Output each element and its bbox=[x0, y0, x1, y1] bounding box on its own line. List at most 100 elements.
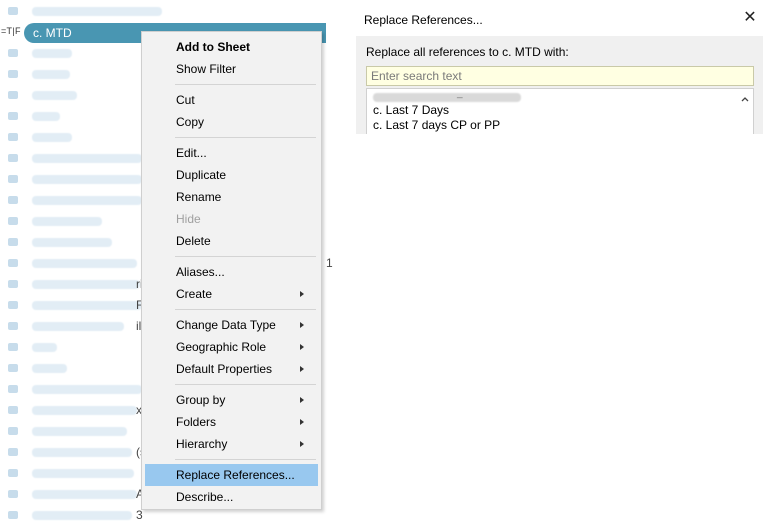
submenu-arrow-icon bbox=[300, 322, 304, 328]
menu-item-label: Default Properties bbox=[176, 362, 273, 376]
field-type-icon bbox=[8, 49, 18, 57]
blurred-field-name bbox=[32, 217, 102, 226]
menu-item-label: Duplicate bbox=[176, 168, 227, 182]
menu-item-aliases[interactable]: Aliases... bbox=[145, 261, 318, 283]
menu-item-duplicate[interactable]: Duplicate bbox=[145, 164, 318, 186]
menu-item-create[interactable]: Create bbox=[145, 283, 318, 305]
blurred-field-name bbox=[32, 238, 112, 247]
menu-item-label: Folders bbox=[176, 415, 217, 429]
list-item-blurred[interactable] bbox=[373, 93, 521, 102]
menu-item-label: Cut bbox=[176, 93, 195, 107]
menu-item-delete[interactable]: Delete bbox=[145, 230, 318, 252]
field-name-fragment: 3 bbox=[136, 508, 143, 522]
menu-item-copy[interactable]: Copy bbox=[145, 111, 318, 133]
blurred-field-name bbox=[32, 133, 72, 142]
blurred-field-name bbox=[32, 322, 124, 331]
blurred-field-name bbox=[32, 469, 134, 478]
field-type-icon bbox=[8, 238, 18, 246]
menu-item-change-data-type[interactable]: Change Data Type bbox=[145, 314, 318, 336]
menu-separator bbox=[175, 137, 316, 138]
menu-item-replace-references[interactable]: Replace References... bbox=[145, 464, 318, 486]
menu-separator bbox=[175, 459, 316, 460]
field-options-list[interactable]: _ c. Last 7 Days c. Last 7 days CP or PP bbox=[366, 88, 754, 134]
close-icon[interactable]: ✕ bbox=[740, 8, 760, 28]
field-type-icon bbox=[8, 70, 18, 78]
blurred-field-name bbox=[32, 343, 57, 352]
scroll-up-icon[interactable] bbox=[740, 94, 750, 104]
field-type-icon bbox=[8, 280, 18, 288]
field-type-icon bbox=[8, 385, 18, 393]
submenu-arrow-icon bbox=[300, 397, 304, 403]
context-menu: Add to Sheet Show Filter Cut Copy Edit... Dup… bbox=[141, 31, 322, 510]
field-type-icon bbox=[8, 7, 18, 15]
field-type-icon bbox=[8, 196, 18, 204]
blurred-field-name bbox=[32, 49, 72, 58]
blurred-field-name bbox=[32, 91, 77, 100]
blurred-field-name bbox=[32, 448, 132, 457]
menu-item-label: Copy bbox=[176, 115, 205, 129]
menu-item-rename[interactable]: Rename bbox=[145, 186, 318, 208]
blurred-field-name bbox=[32, 175, 142, 184]
menu-item-label: Edit... bbox=[176, 146, 207, 160]
submenu-arrow-icon bbox=[300, 291, 304, 297]
field-type-icon bbox=[8, 112, 18, 120]
menu-item-label: Show Filter bbox=[176, 62, 237, 76]
blurred-field-name bbox=[32, 154, 142, 163]
option-last-7-days-cp-or-pp[interactable]: c. Last 7 days CP or PP bbox=[373, 118, 500, 132]
menu-separator bbox=[175, 256, 316, 257]
field-type-icon bbox=[8, 259, 18, 267]
menu-item-label: Hide bbox=[176, 212, 201, 226]
field-type-icon bbox=[8, 301, 18, 309]
field-type-icon bbox=[8, 511, 18, 519]
menu-item-folders[interactable]: Folders bbox=[145, 411, 318, 433]
field-type-icon bbox=[8, 91, 18, 99]
blurred-field-name bbox=[32, 406, 137, 415]
blurred-field-name bbox=[32, 511, 132, 520]
menu-item-describe[interactable]: Describe... bbox=[145, 486, 318, 508]
menu-separator bbox=[175, 384, 316, 385]
menu-item-label: Aliases... bbox=[176, 265, 225, 279]
boolean-type-icon: =T|F bbox=[1, 26, 21, 36]
blurred-field-name bbox=[32, 427, 127, 436]
field-row[interactable] bbox=[0, 1, 330, 22]
menu-item-geographic-role[interactable]: Geographic Role bbox=[145, 336, 318, 358]
replace-references-dialog: Replace References... ✕ Replace all refe… bbox=[356, 6, 763, 134]
menu-item-label: Replace References... bbox=[176, 468, 295, 482]
field-type-icon bbox=[8, 406, 18, 414]
menu-item-hierarchy[interactable]: Hierarchy bbox=[145, 433, 318, 455]
menu-item-edit[interactable]: Edit... bbox=[145, 142, 318, 164]
menu-item-label: Describe... bbox=[176, 490, 234, 504]
field-type-icon bbox=[8, 427, 18, 435]
menu-item-hide: Hide bbox=[145, 208, 318, 230]
menu-item-add-to-sheet[interactable]: Add to Sheet bbox=[145, 36, 318, 58]
menu-separator bbox=[175, 84, 316, 85]
field-type-icon bbox=[8, 154, 18, 162]
replace-prompt-label: Replace all references to c. MTD with: bbox=[366, 45, 569, 59]
option-last-7-days[interactable]: c. Last 7 Days bbox=[373, 103, 449, 117]
blurred-field-name bbox=[32, 301, 142, 310]
menu-item-label: Group by bbox=[176, 393, 226, 407]
menu-item-label: Geographic Role bbox=[176, 340, 267, 354]
menu-item-label: Add to Sheet bbox=[176, 40, 250, 54]
field-type-icon bbox=[8, 175, 18, 183]
menu-item-cut[interactable]: Cut bbox=[145, 89, 318, 111]
menu-separator bbox=[175, 309, 316, 310]
submenu-arrow-icon bbox=[300, 366, 304, 372]
blurred-field-name bbox=[32, 385, 142, 394]
field-type-icon bbox=[8, 490, 18, 498]
menu-item-group-by[interactable]: Group by bbox=[145, 389, 318, 411]
submenu-arrow-icon bbox=[300, 344, 304, 350]
menu-item-label: Hierarchy bbox=[176, 437, 228, 451]
dialog-body: Replace all references to c. MTD with: _… bbox=[356, 36, 763, 134]
field-type-icon bbox=[8, 469, 18, 477]
field-type-icon bbox=[8, 448, 18, 456]
blurred-field-name bbox=[32, 490, 137, 499]
menu-item-default-properties[interactable]: Default Properties bbox=[145, 358, 318, 380]
blurred-field-name bbox=[32, 364, 67, 373]
menu-item-label: Change Data Type bbox=[176, 318, 276, 332]
search-input[interactable] bbox=[366, 66, 754, 86]
menu-item-label: Rename bbox=[176, 190, 222, 204]
menu-item-show-filter[interactable]: Show Filter bbox=[145, 58, 318, 80]
field-type-icon bbox=[8, 343, 18, 351]
field-type-icon bbox=[8, 217, 18, 225]
